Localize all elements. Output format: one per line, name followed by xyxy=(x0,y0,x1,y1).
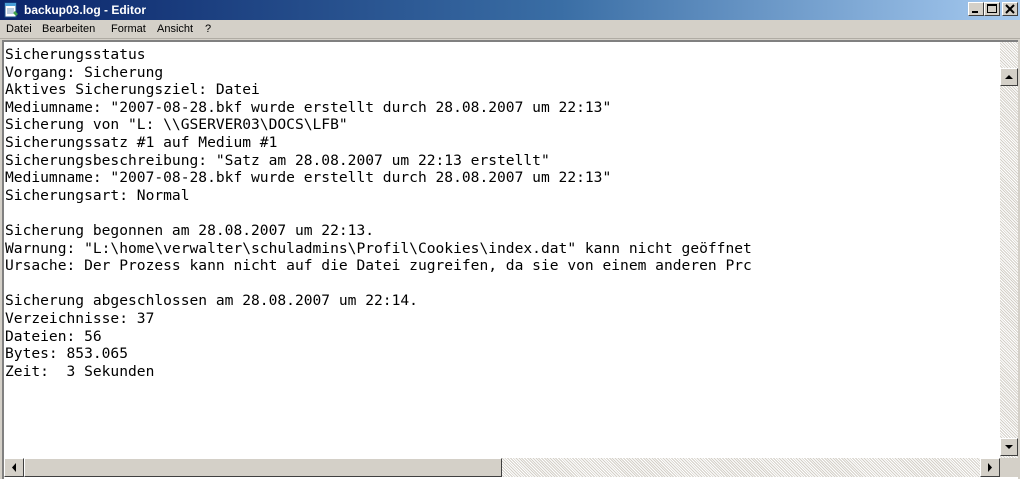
maximize-icon xyxy=(987,4,997,13)
arrow-down-icon xyxy=(1005,445,1013,449)
arrow-up-icon xyxy=(1005,75,1013,79)
text-line: Aktives Sicherungsziel: Datei xyxy=(5,81,260,99)
text-line: Dateien: 56 xyxy=(5,327,102,345)
text-line: Warnung: "L:\home\verwalter\schuladmins\… xyxy=(5,239,752,257)
menu-datei[interactable]: Datei xyxy=(6,23,32,36)
text-line: Sicherung von "L: \\GSERVER03\DOCS\LFB" xyxy=(5,116,348,134)
minimize-button[interactable] xyxy=(968,2,984,16)
text-editor[interactable]: Sicherungsstatus Vorgang: Sicherung Akti… xyxy=(2,40,1018,479)
title-bar[interactable]: backup03.log - Editor xyxy=(0,0,1020,20)
scroll-right-button[interactable] xyxy=(980,458,1000,477)
vertical-scrollbar[interactable] xyxy=(1000,42,1018,458)
text-line: Sicherungssatz #1 auf Medium #1 xyxy=(5,133,278,151)
text-line: Zeit: 3 Sekunden xyxy=(5,362,155,380)
window-title: backup03.log - Editor xyxy=(24,3,147,17)
text-line: Sicherungsstatus xyxy=(5,46,146,63)
close-icon xyxy=(1005,4,1015,14)
text-line: Sicherung abgeschlossen am 28.08.2007 um… xyxy=(5,292,418,310)
text-line: Verzeichnisse: 37 xyxy=(5,309,155,327)
text-content[interactable]: Sicherungsstatus Vorgang: Sicherung Akti… xyxy=(5,46,999,454)
scroll-left-button[interactable] xyxy=(4,458,24,477)
text-line: Mediumname: "2007-08-28.bkf wurde erstel… xyxy=(5,98,612,116)
text-line: Sicherungsart: Normal xyxy=(5,186,190,204)
text-line: Sicherung begonnen am 28.08.2007 um 22:1… xyxy=(5,221,375,239)
size-grip[interactable] xyxy=(1000,458,1018,477)
scroll-down-button[interactable] xyxy=(1000,438,1018,456)
text-line: Vorgang: Sicherung xyxy=(5,63,164,81)
menu-bearbeiten[interactable]: Bearbeiten xyxy=(42,23,95,36)
menu-bar: Datei Bearbeiten Format Ansicht ? xyxy=(0,20,1020,39)
editor-window: backup03.log - Editor Datei Bearbeiten F… xyxy=(0,0,1020,479)
maximize-button[interactable] xyxy=(984,2,1000,16)
text-line xyxy=(5,275,999,293)
menu-ansicht[interactable]: Ansicht xyxy=(157,23,193,36)
menu-format[interactable]: Format xyxy=(111,23,146,36)
close-button[interactable] xyxy=(1002,2,1018,16)
arrow-right-icon xyxy=(988,463,992,472)
menu-help[interactable]: ? xyxy=(205,23,211,36)
text-line: Mediumname: "2007-08-28.bkf wurde erstel… xyxy=(5,169,612,187)
scroll-up-button[interactable] xyxy=(1000,68,1018,86)
minimize-icon xyxy=(972,11,978,13)
horizontal-scroll-thumb[interactable] xyxy=(24,458,502,477)
text-line xyxy=(5,204,999,222)
horizontal-scrollbar[interactable] xyxy=(4,458,1000,477)
notepad-icon[interactable] xyxy=(3,2,19,18)
text-line: Bytes: 853.065 xyxy=(5,345,129,363)
text-line: Sicherungsbeschreibung: "Satz am 28.08.2… xyxy=(5,151,550,169)
text-line: Ursache: Der Prozess kann nicht auf die … xyxy=(5,257,752,275)
arrow-left-icon xyxy=(12,463,16,472)
